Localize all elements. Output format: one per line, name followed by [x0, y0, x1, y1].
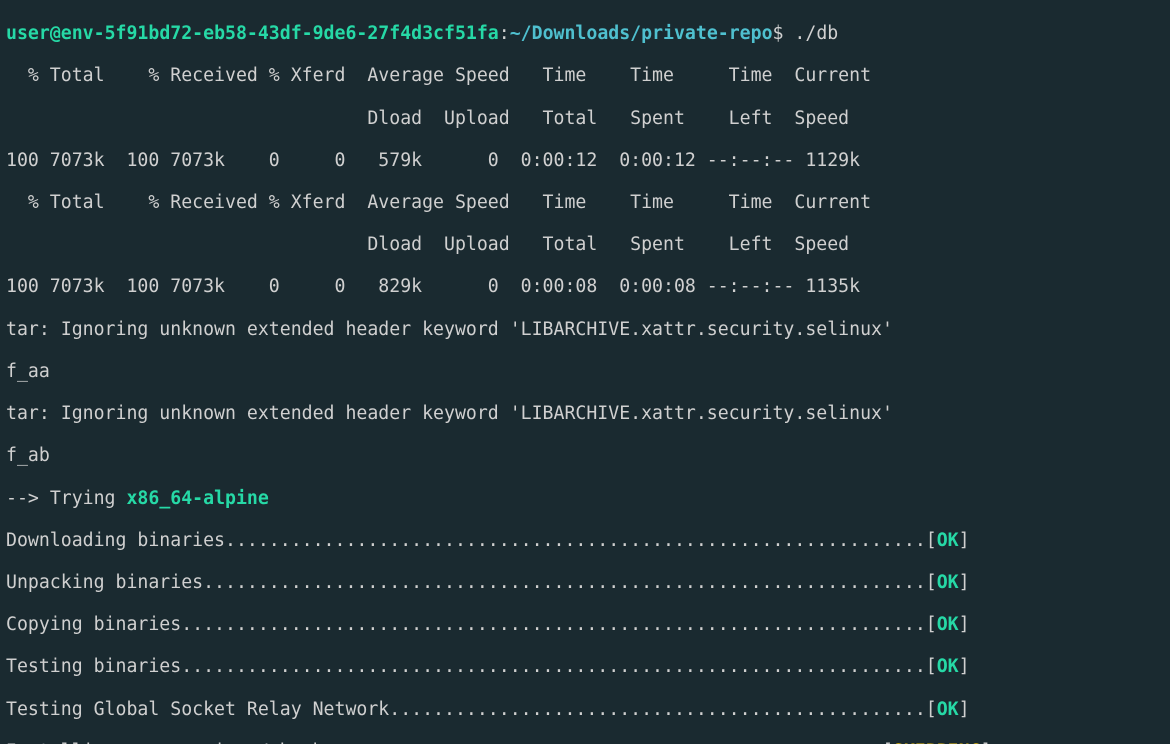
file-ab: f_ab [6, 445, 1164, 466]
terminal-output[interactable]: user@env-5f91bd72-eb58-43df-9de6-27f4d3c… [0, 0, 1170, 744]
prompt-at: @ [50, 23, 61, 44]
arch-label: x86_64-alpine [126, 488, 268, 509]
unpack-text: Unpacking binaries......................… [6, 572, 937, 593]
ok-4: OK [937, 656, 959, 677]
test-line: Testing binaries........................… [6, 656, 1164, 677]
br-4: ] [959, 656, 970, 677]
prompt-dollar-1: $ [773, 23, 795, 44]
br-1: ] [959, 530, 970, 551]
line-prompt-1: user@env-5f91bd72-eb58-43df-9de6-27f4d3c… [6, 23, 1164, 44]
arrow-1: --> [6, 488, 50, 509]
copy-line: Copying binaries........................… [6, 614, 1164, 635]
test-gsn-text: Testing Global Socket Relay Network.....… [6, 699, 937, 720]
ok-1: OK [937, 530, 959, 551]
prompt-colon-1: : [499, 23, 510, 44]
curl-header-1b: Dload Upload Total Spent Left Speed [6, 108, 1164, 129]
curl-header-2a: % Total % Received % Xferd Average Speed… [6, 192, 1164, 213]
download-text: Downloading binaries....................… [6, 530, 937, 551]
trying-label: Trying [50, 488, 127, 509]
br-5: ] [959, 699, 970, 720]
copy-text: Copying binaries........................… [6, 614, 937, 635]
curl-header-2b: Dload Upload Total Spent Left Speed [6, 234, 1164, 255]
test-gsn-line: Testing Global Socket Relay Network.....… [6, 699, 1164, 720]
curl-header-1a: % Total % Received % Xferd Average Speed… [6, 65, 1164, 86]
trying-line: --> Trying x86_64-alpine [6, 488, 1164, 509]
test-text: Testing binaries........................… [6, 656, 937, 677]
tar-warning-2: tar: Ignoring unknown extended header ke… [6, 403, 1164, 424]
prompt-user: user [6, 23, 50, 44]
ok-5: OK [937, 699, 959, 720]
br-2: ] [959, 572, 970, 593]
prompt-host: env-5f91bd72-eb58-43df-9de6-27f4d3cf51fa [61, 23, 499, 44]
curl-row-1: 100 7073k 100 7073k 0 0 579k 0 0:00:12 0… [6, 150, 1164, 171]
curl-row-2: 100 7073k 100 7073k 0 0 829k 0 0:00:08 0… [6, 276, 1164, 297]
ok-3: OK [937, 614, 959, 635]
download-line: Downloading binaries....................… [6, 530, 1164, 551]
file-aa: f_aa [6, 361, 1164, 382]
cmd-run-db: ./db [794, 23, 838, 44]
tar-warning-1: tar: Ignoring unknown extended header ke… [6, 319, 1164, 340]
unpack-line: Unpacking binaries......................… [6, 572, 1164, 593]
br-3: ] [959, 614, 970, 635]
ok-2: OK [937, 572, 959, 593]
prompt-path-1: ~/Downloads/private-repo [510, 23, 773, 44]
